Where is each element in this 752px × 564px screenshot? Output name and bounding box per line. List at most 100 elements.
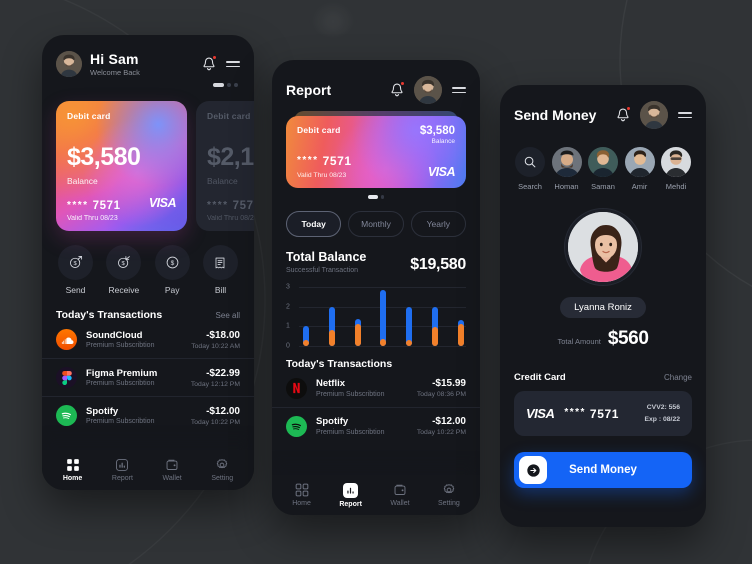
greeting-subtitle: Welcome Back: [90, 68, 140, 77]
card-number-mask: ****: [67, 199, 89, 211]
credit-card-row[interactable]: VISA **** 7571 CVV2: 556 Exp : 08/22: [514, 391, 692, 437]
debit-card-primary[interactable]: Debit card $3,580 Balance **** 7571 Vali…: [56, 101, 187, 231]
phone-send-money-screen: Send Money Search Homan Saman Amir Mehdi…: [500, 85, 706, 527]
chart-bar-orange: [380, 338, 387, 346]
spotify-icon: [286, 415, 307, 437]
avatar-image: [56, 51, 82, 77]
transaction-row[interactable]: Figma Premium Premium Subscribtion -$22.…: [42, 359, 254, 397]
transaction-row[interactable]: Netflix Premium Subscribtion -$15.99 Tod…: [272, 370, 480, 408]
card-cvv: CVV2: 556: [646, 404, 680, 411]
chart-bar-group[interactable]: [432, 284, 439, 346]
bell-icon[interactable]: [202, 55, 217, 72]
receive-money-icon: $: [106, 245, 142, 280]
transaction-info: Spotify Premium Subscribtion: [86, 406, 182, 426]
nav-item-wallet[interactable]: Wallet: [390, 483, 410, 507]
avatar[interactable]: [56, 51, 82, 77]
recipient-hero: [500, 209, 706, 285]
avatar: [661, 147, 691, 177]
bell-icon[interactable]: [616, 106, 631, 123]
chart-bar-group[interactable]: [303, 284, 309, 346]
hamburger-menu-icon[interactable]: [226, 60, 240, 68]
total-balance-text: Total Balance Successful Transaction: [286, 250, 366, 274]
chart-bar-group[interactable]: [354, 284, 361, 346]
recipient-avatar[interactable]: [565, 209, 641, 285]
debit-card-secondary[interactable]: Debit card $2,18 Balance **** 7571 Valid…: [196, 101, 254, 231]
change-card-link[interactable]: Change: [664, 373, 692, 382]
nav-item-home[interactable]: Home: [292, 483, 311, 507]
nav-item-report[interactable]: Report: [339, 482, 362, 508]
chart-gridline: [299, 345, 466, 347]
nav-item-home[interactable]: Home: [63, 458, 82, 482]
contact-mehdi[interactable]: Mehdi: [660, 147, 692, 191]
pager-dot-active[interactable]: [367, 195, 378, 199]
svg-text:$: $: [74, 261, 78, 267]
chart-bar-orange: [354, 324, 361, 346]
debit-card-wide[interactable]: Debit card $3,580 Balance **** 7571 Vali…: [286, 116, 466, 188]
chart-bar-orange: [406, 339, 413, 346]
see-all-link[interactable]: See all: [216, 311, 240, 320]
avatar[interactable]: [414, 76, 442, 104]
card-pager[interactable]: [286, 195, 466, 199]
avatar: [624, 147, 655, 177]
wallet-icon: [394, 484, 406, 495]
contact-search[interactable]: Search: [514, 147, 546, 191]
transaction-amount: -$22.99: [206, 367, 240, 379]
home-header-user[interactable]: Hi Sam Welcome Back: [56, 51, 140, 77]
contact-saman[interactable]: Saman: [587, 147, 619, 191]
action-pay[interactable]: $ Pay: [154, 245, 190, 295]
action-bill[interactable]: Bill: [202, 245, 238, 295]
contact-label: Amir: [631, 182, 648, 191]
hamburger-menu-icon[interactable]: [452, 86, 466, 94]
card-number-mask: ****: [564, 407, 586, 419]
total-amount-value: $560: [607, 328, 649, 349]
send-money-button[interactable]: Send Money: [514, 452, 692, 489]
contact-homan[interactable]: Homan: [551, 147, 583, 191]
transaction-row[interactable]: SoundCloud Premium Subscribtion -$18.00 …: [42, 321, 254, 359]
contact-amir[interactable]: Amir: [624, 147, 656, 191]
phone-report-screen: Report Debit card $3,580 Balance **** 75…: [272, 60, 480, 515]
transaction-name: Netflix: [316, 378, 346, 390]
total-amount-row: Total Amount $560: [500, 328, 706, 350]
tab-today[interactable]: Today: [286, 210, 342, 237]
chart-bar-group[interactable]: [406, 284, 413, 346]
bell-icon[interactable]: [390, 81, 405, 98]
transaction-row[interactable]: Spotify Premium Subscribtion -$12.00 Tod…: [42, 397, 254, 434]
carousel-dot[interactable]: [234, 83, 238, 87]
tab-monthly[interactable]: Monthly: [348, 210, 404, 237]
nav-item-setting[interactable]: Setting: [211, 458, 233, 482]
card-balance-label: Balance: [207, 176, 238, 186]
arrow-right-circle-icon: [519, 456, 547, 485]
transaction-amount: -$18.00: [206, 329, 240, 341]
transaction-list: Netflix Premium Subscribtion -$15.99 Tod…: [272, 370, 480, 445]
credit-card-title: Credit Card: [514, 372, 566, 383]
chart-bar-group[interactable]: [380, 284, 387, 346]
notification-badge: [212, 55, 217, 60]
action-receive[interactable]: $ Receive: [106, 245, 142, 295]
chart-bar-group[interactable]: [328, 284, 335, 346]
quick-actions: $ Send $ Receive $ Pay Bill: [42, 231, 254, 295]
avatar: [588, 147, 618, 177]
nav-item-report[interactable]: Report: [112, 458, 133, 482]
carousel-dot[interactable]: [227, 83, 231, 87]
nav-item-setting[interactable]: Setting: [438, 483, 460, 507]
visa-logo: VISA: [427, 165, 456, 179]
credit-card-left: VISA **** 7571: [526, 406, 619, 421]
card-balance-label: Balance: [67, 176, 98, 186]
tab-yearly[interactable]: Yearly: [410, 210, 466, 237]
svg-text:$: $: [170, 260, 174, 267]
nav-item-wallet[interactable]: Wallet: [163, 458, 182, 482]
card-amount: $3,580: [419, 125, 455, 137]
carousel-dot-active[interactable]: [213, 83, 224, 87]
action-send[interactable]: $ Send: [58, 245, 93, 295]
contact-label: Search: [518, 182, 542, 191]
avatar[interactable]: [640, 101, 668, 129]
card-carousel-indicator[interactable]: [42, 77, 254, 87]
avatar-image: [624, 147, 655, 177]
debit-cards-carousel[interactable]: Debit card $3,580 Balance **** 7571 Vali…: [42, 101, 254, 231]
transaction-row[interactable]: Spotify Premium Subscribtion -$12.00 Tod…: [272, 408, 480, 445]
chart-bar-group[interactable]: [457, 284, 464, 346]
bottom-navigation: Home Report Wallet Setting: [42, 450, 254, 490]
transaction-meta: -$12.00 Today 10:22 PM: [191, 406, 240, 426]
hamburger-menu-icon[interactable]: [678, 111, 692, 119]
pager-dot[interactable]: [380, 195, 385, 199]
